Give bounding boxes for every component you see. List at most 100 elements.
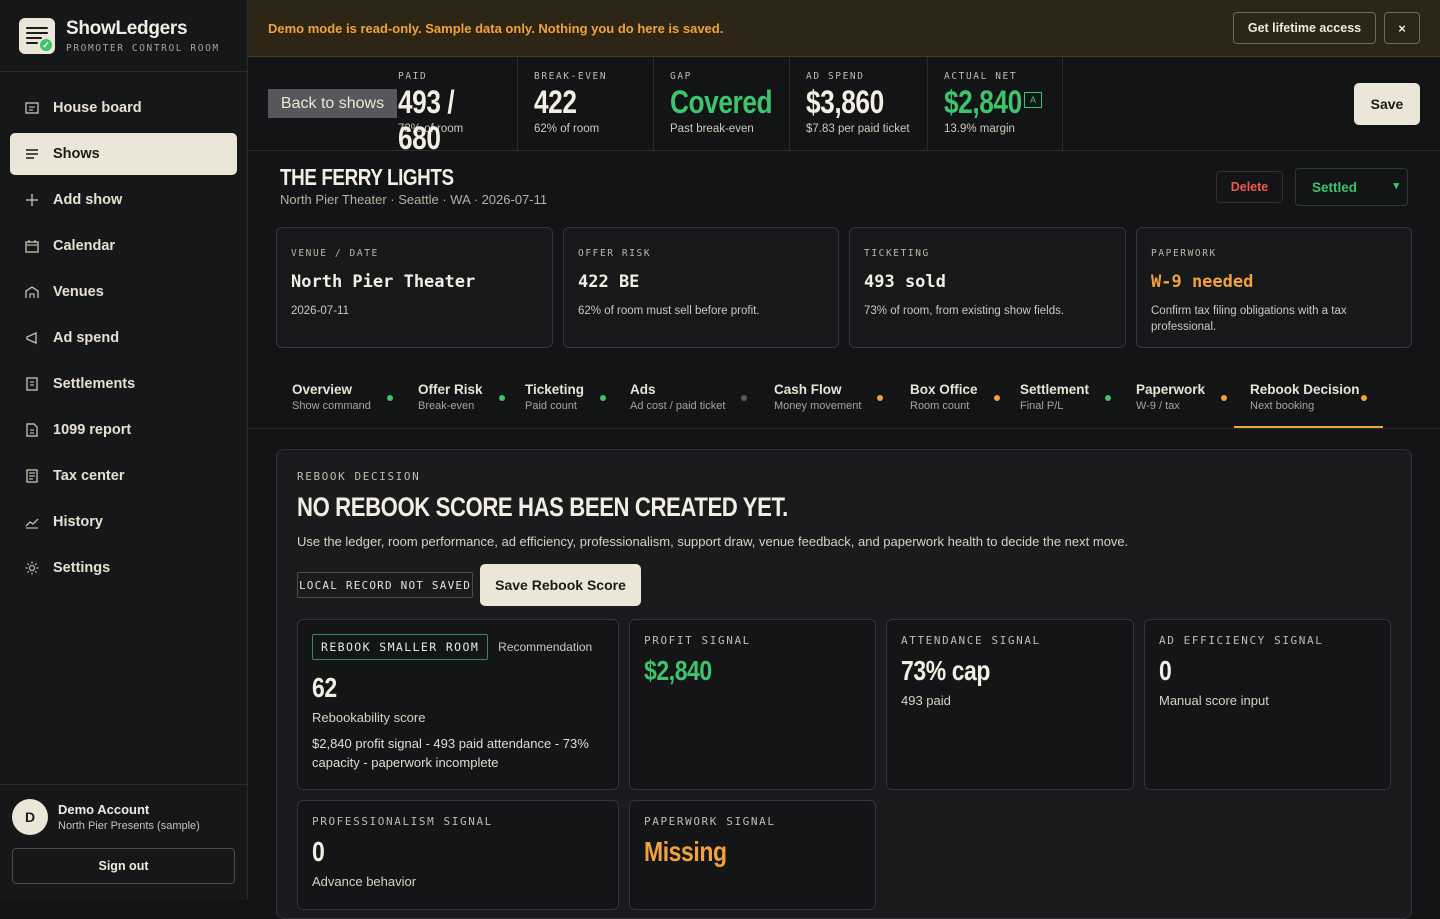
sidebar-nav: House board Shows Add show Calendar Venu… [0,72,247,589]
stat-paid: PAID 493 / 680 73% of room [382,57,517,156]
venue-icon [24,284,40,300]
sidebar-item-tax-center[interactable]: Tax center [10,455,237,497]
tab-sub: W-9 / tax [1136,400,1180,412]
sidebar-item-label: House board [53,100,142,116]
tab-sub: Room count [910,400,970,412]
tab-cash-flow[interactable]: Cash Flow Money movement [774,382,884,428]
card-desc: Confirm tax filing obligations with a ta… [1151,305,1347,333]
document-icon [24,376,40,392]
stat-ad-spend: AD SPEND $3,860 $7.83 per paid ticket [789,57,927,150]
demo-banner: Demo mode is read-only. Sample data only… [248,0,1440,57]
recommendation-label: Recommendation [498,640,593,654]
signal-label: AD EFFICIENCY SIGNAL [1159,634,1324,647]
stat-sub: $7.83 per paid ticket [806,123,910,135]
tab-title: Box Office [910,382,978,397]
megaphone-icon [24,330,40,346]
card-value: North Pier Theater [291,272,476,292]
tab-overview[interactable]: Overview Show command [292,382,393,428]
section-tabs: Overview Show command Offer Risk Break-e… [248,367,1440,429]
status-dot-icon [1105,395,1112,401]
sidebar-item-calendar[interactable]: Calendar [10,225,237,267]
stat-sub: 13.9% margin [944,123,1015,135]
chevron-down-icon: ▾ [1393,180,1399,192]
calendar-icon [24,238,40,254]
tab-rebook-decision[interactable]: Rebook Decision Next booking [1234,382,1383,428]
stat-value: $3,860 [806,84,884,120]
card-desc: 2026-07-11 [291,305,349,317]
sidebar-item-history[interactable]: History [10,501,237,543]
status-dot-icon [498,395,505,401]
tab-sub: Final P/L [1020,400,1064,412]
tab-settlement[interactable]: Settlement Final P/L [1020,382,1112,428]
signal-sub: Advance behavior [312,874,417,889]
tab-ticketing[interactable]: Ticketing Paid count [525,382,607,428]
save-rebook-score-button[interactable]: Save Rebook Score [480,564,641,606]
rebook-decision-panel: REBOOK DECISION NO REBOOK SCORE HAS BEEN… [276,449,1412,919]
sidebar-item-shows[interactable]: Shows [10,133,237,175]
back-to-shows-button[interactable]: Back to shows [268,89,397,118]
sidebar-item-house-board[interactable]: House board [10,87,237,129]
tab-sub: Show command [292,400,371,412]
sidebar-item-venues[interactable]: Venues [10,271,237,313]
signal-value: Missing [644,836,727,867]
card-venue-date: VENUE / DATE North Pier Theater 2026-07-… [276,227,553,348]
sidebar-item-add-show[interactable]: Add show [10,179,237,221]
attendance-signal-card: ATTENDANCE SIGNAL 73% cap 493 paid [886,619,1134,790]
sign-out-button[interactable]: Sign out [12,848,235,884]
panel-label: REBOOK DECISION [297,470,421,483]
sidebar-item-label: Venues [53,284,104,300]
tab-title: Offer Risk [418,382,483,397]
rebook-score-label: Rebookability score [312,710,426,725]
app-tagline: PROMOTER CONTROL ROOM [66,42,220,54]
app-name: ShowLedgers [66,17,188,39]
ledger-logo-icon: ✓ [19,17,55,54]
brand[interactable]: ✓ ShowLedgers PROMOTER CONTROL ROOM [0,0,247,72]
stat-label: AD SPEND [806,71,865,82]
stat-value: 422 [534,84,577,120]
account-org: North Pier Presents (sample) [58,820,200,832]
get-lifetime-access-button[interactable]: Get lifetime access [1233,12,1376,44]
status-select-value: Settled [1312,179,1358,195]
signal-label: PROFIT SIGNAL [644,634,751,647]
signal-value: $2,840 [644,655,712,686]
tab-ads[interactable]: Ads Ad cost / paid ticket [630,382,748,428]
status-select[interactable]: Settled ▾ [1295,168,1408,206]
tab-offer-risk[interactable]: Offer Risk Break-even [418,382,505,428]
stat-value: Covered [670,84,773,120]
close-banner-button[interactable]: × [1384,12,1420,44]
paperwork-signal-card: PAPERWORK SIGNAL Missing [629,800,876,910]
stat-sub: 62% of room [534,123,600,135]
sidebar-item-label: History [53,514,103,530]
sidebar-item-settings[interactable]: Settings [10,547,237,589]
status-dot-icon [741,395,748,401]
sidebar: ✓ ShowLedgers PROMOTER CONTROL ROOM Hous… [0,0,248,900]
sidebar-item-label: Shows [53,146,100,162]
signal-sub: 493 paid [901,693,951,708]
show-stats-bar: Back to shows PAID 493 / 680 73% of room… [248,57,1440,156]
tab-paperwork[interactable]: Paperwork W-9 / tax [1136,382,1228,428]
panel-description: Use the ledger, room performance, ad eff… [297,534,1129,549]
recommendation-tag: REBOOK SMALLER ROOM [312,634,489,660]
sidebar-item-1099-report[interactable]: 1099 report [10,409,237,451]
rebook-score: 62 [312,672,337,703]
show-title: THE FERRY LIGHTS [280,164,454,190]
tab-box-office[interactable]: Box Office Room count [910,382,1000,428]
status-dot-icon [1361,395,1367,401]
sidebar-item-ad-spend[interactable]: Ad spend [10,317,237,359]
card-label: TICKETING [864,248,930,259]
tab-title: Settlement [1020,382,1090,397]
sidebar-item-settlements[interactable]: Settlements [10,363,237,405]
grade-badge: A [1024,91,1042,108]
tab-sub: Break-even [418,400,475,412]
card-label: OFFER RISK [578,248,652,259]
save-button[interactable]: Save [1354,83,1420,125]
tab-sub: Paid count [525,400,577,412]
tab-sub: Money movement [774,400,862,412]
board-icon [24,100,40,116]
delete-button[interactable]: Delete [1216,171,1283,203]
sidebar-item-label: Add show [53,192,123,208]
sidebar-item-label: Settlements [53,376,136,392]
signal-label: PROFESSIONALISM SIGNAL [312,815,493,828]
card-ticketing: TICKETING 493 sold 73% of room, from exi… [849,227,1126,348]
tab-title: Cash Flow [774,382,842,397]
